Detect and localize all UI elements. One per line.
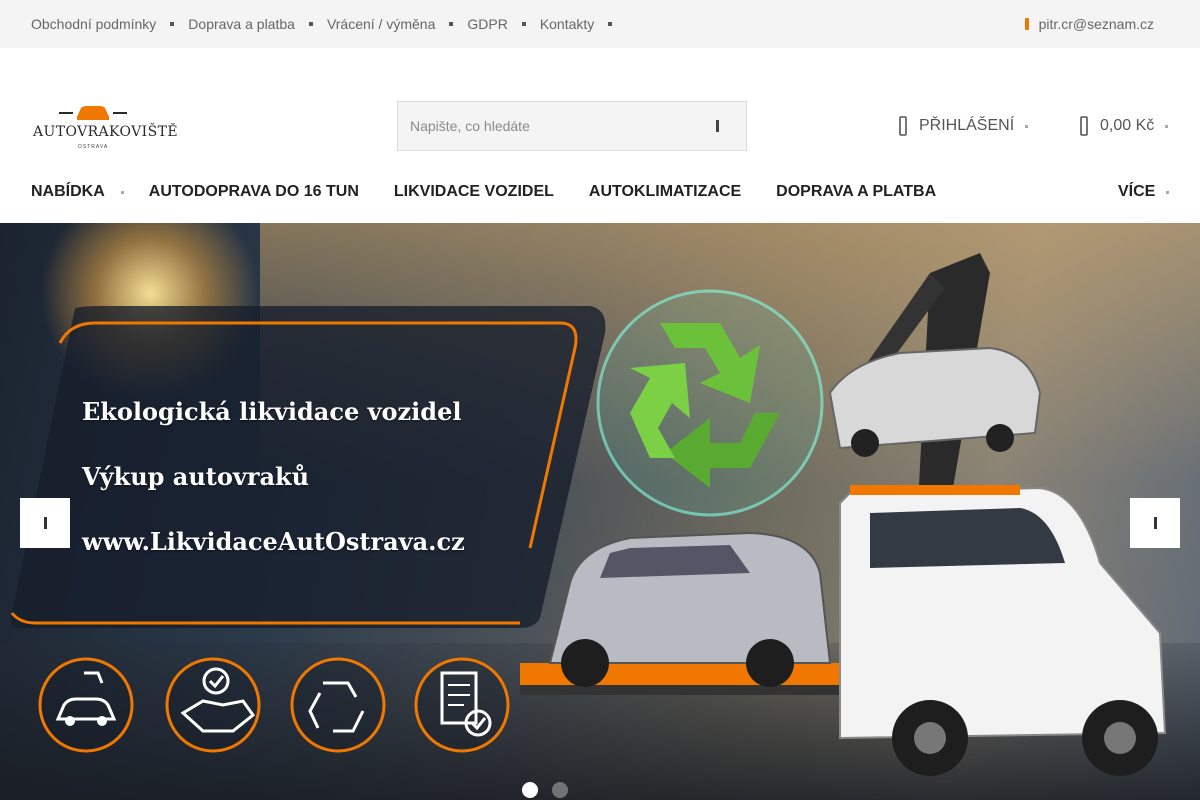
separator (308, 22, 313, 26)
slider-next-button[interactable] (1130, 498, 1180, 548)
chevron-left-icon (43, 517, 47, 529)
chevron-right-icon (1153, 517, 1157, 529)
chevron-down-icon (1025, 124, 1029, 128)
login-button[interactable]: PŘIHLÁŠENÍ (899, 101, 1029, 151)
email-icon (1024, 18, 1029, 30)
user-icon (899, 116, 907, 136)
hero-line-2: Výkup autovraků (82, 462, 310, 491)
hero-line-1: Ekologická likvidace vozidel (82, 397, 462, 426)
site-logo[interactable]: AUTOVRAKOVIŠTĚ OSTRAVA (33, 104, 178, 152)
chevron-down-icon (1166, 190, 1170, 194)
logo-car-icon (59, 106, 127, 120)
document-check-icon (414, 657, 510, 753)
nav-more[interactable]: VÍCE (1118, 172, 1170, 212)
logo-text: AUTOVRAKOVIŠTĚ (33, 124, 178, 140)
nav-item-liquidation[interactable]: LIKVIDACE VOZIDEL (394, 183, 554, 201)
nav-item-air-conditioning[interactable]: AUTOKLIMATIZACE (589, 183, 741, 201)
top-link-shipping[interactable]: Doprava a platba (188, 16, 295, 32)
separator (521, 22, 526, 26)
separator (449, 22, 454, 26)
top-links: Obchodní podmínky Doprava a platba Vráce… (31, 0, 626, 48)
hero-banner: Ekologická likvidace vozidel Výkup autov… (0, 223, 1200, 800)
search-input[interactable] (410, 102, 700, 150)
nav-item-offer[interactable]: NABÍDKA (31, 183, 124, 201)
top-link-returns[interactable]: Vrácení / výměna (327, 16, 435, 32)
top-email[interactable]: pitr.cr@seznam.cz (1024, 0, 1154, 48)
chevron-down-icon (1165, 124, 1169, 128)
slider-dots (522, 782, 568, 798)
tow-car-icon (38, 657, 134, 753)
nav-item-transport[interactable]: AUTODOPRAVA DO 16 TUN (149, 183, 359, 201)
recycle-icon (596, 289, 824, 517)
recycle-small-icon (290, 657, 386, 753)
slider-dot-2[interactable] (552, 782, 568, 798)
service-badges (38, 657, 510, 753)
cart-button[interactable]: 0,00 Kč (1080, 101, 1169, 151)
top-link-terms[interactable]: Obchodní podmínky (31, 16, 156, 32)
login-label: PŘIHLÁŠENÍ (919, 117, 1015, 134)
logo-subtitle: OSTRAVA (78, 144, 109, 150)
text-panel (10, 306, 606, 628)
top-link-contacts[interactable]: Kontakty (540, 16, 594, 32)
nav-item-label: NABÍDKA (31, 183, 105, 200)
separator (608, 22, 613, 26)
chevron-down-icon (120, 190, 124, 194)
search-box (397, 101, 747, 151)
top-bar: Obchodní podmínky Doprava a platba Vráce… (0, 0, 1200, 48)
email-address[interactable]: pitr.cr@seznam.cz (1039, 16, 1154, 32)
search-icon[interactable] (708, 116, 728, 136)
hero-line-3[interactable]: www.LikvidaceAutOstrava.cz (82, 527, 465, 556)
nav-item-shipping-payment[interactable]: DOPRAVA A PLATBA (776, 183, 936, 201)
handshake-icon (165, 657, 261, 753)
separator (170, 22, 175, 26)
cart-total: 0,00 Kč (1100, 117, 1155, 134)
nav-more-label: VÍCE (1118, 183, 1156, 200)
slider-prev-button[interactable] (20, 498, 70, 548)
slider-dot-1[interactable] (522, 782, 538, 798)
cart-icon (1080, 116, 1088, 136)
top-link-gdpr[interactable]: GDPR (467, 16, 507, 32)
main-nav: NABÍDKA AUTODOPRAVA DO 16 TUN LIKVIDACE … (31, 172, 936, 212)
